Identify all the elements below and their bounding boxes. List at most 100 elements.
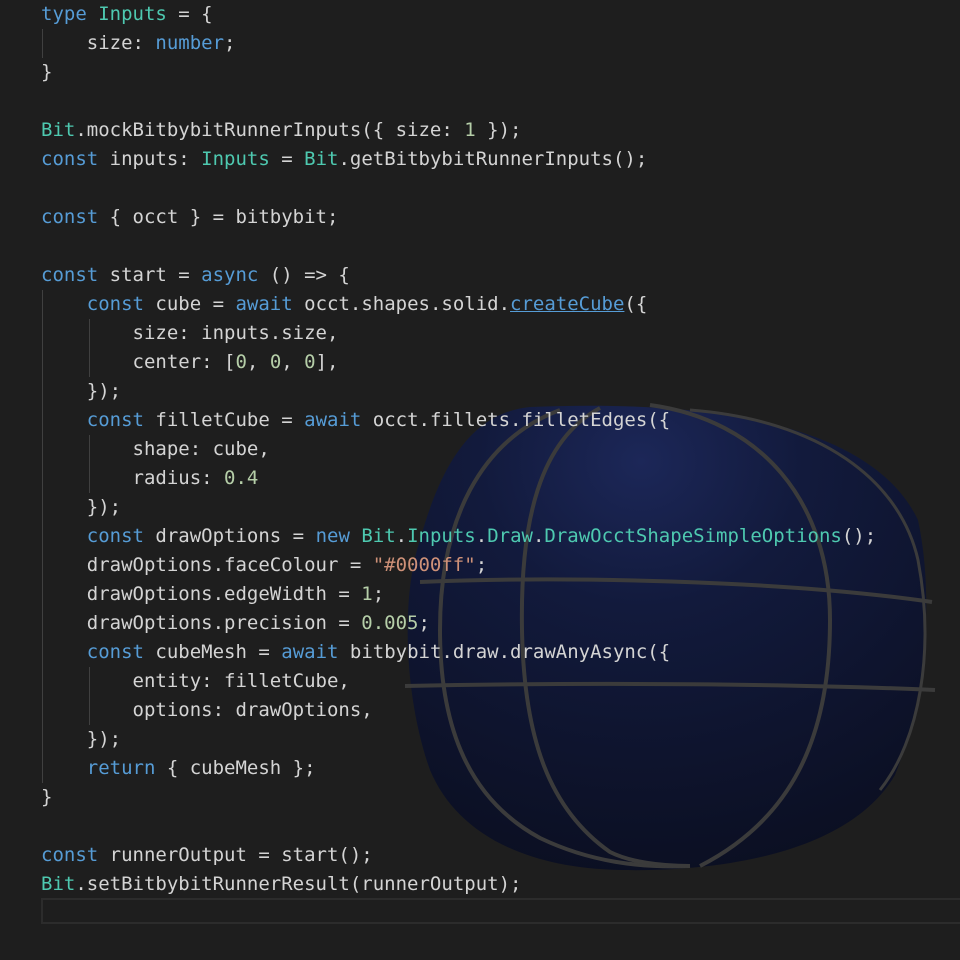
code-token: cube =	[155, 293, 236, 315]
code-line[interactable]: Bit.mockBitbybitRunnerInputs({ size: 1 }…	[41, 116, 960, 145]
code-token: () => {	[258, 264, 350, 286]
code-line[interactable]: const drawOptions = new Bit.Inputs.Draw.…	[41, 522, 960, 551]
code-line[interactable]: center: [0, 0, 0],	[41, 348, 960, 377]
code-token: entity: filletCube,	[41, 670, 350, 692]
code-token: });	[41, 380, 122, 402]
code-token: Inputs	[407, 525, 476, 547]
code-token: });	[41, 496, 122, 518]
code-token: const	[86, 525, 156, 547]
code-token: drawOptions.edgeWidth =	[41, 583, 362, 605]
code-token: number	[155, 32, 225, 54]
code-token: size:	[41, 32, 156, 54]
code-token: .	[475, 525, 488, 547]
code-token: async	[201, 264, 259, 286]
code-line[interactable]	[41, 812, 960, 841]
code-token: const	[86, 409, 156, 431]
code-token: .	[532, 525, 545, 547]
code-line[interactable]: drawOptions.faceColour = "#0000ff";	[41, 551, 960, 580]
code-line[interactable]: });	[41, 493, 960, 522]
code-token: 0	[269, 351, 282, 373]
code-line[interactable]: drawOptions.precision = 0.005;	[41, 609, 960, 638]
code-token: Inputs	[98, 3, 167, 25]
code-token: const	[41, 148, 110, 170]
code-token: shape: cube,	[41, 438, 270, 460]
code-editor[interactable]: type Inputs = { size: number;} Bit.mockB…	[0, 0, 960, 960]
code-line[interactable]: radius: 0.4	[41, 464, 960, 493]
code-line[interactable]: const cube = await occt.shapes.solid.cre…	[41, 290, 960, 319]
code-token: { cubeMesh };	[166, 757, 316, 779]
code-token: }	[41, 61, 53, 83]
code-line[interactable]: const cubeMesh = await bitbybit.draw.dra…	[41, 638, 960, 667]
code-token: Draw	[487, 525, 533, 547]
code-token: =	[269, 148, 305, 170]
code-token: "#0000ff"	[372, 554, 476, 576]
code-line[interactable]: const filletCube = await occt.fillets.fi…	[41, 406, 960, 435]
code-line[interactable]: entity: filletCube,	[41, 667, 960, 696]
code-token: ;	[372, 583, 385, 605]
code-line[interactable]: shape: cube,	[41, 435, 960, 464]
code-token: occt.shapes.solid.	[304, 293, 511, 315]
code-token: ({	[624, 293, 648, 315]
code-token: filletCube =	[155, 409, 305, 431]
code-line[interactable]: const { occt } = bitbybit;	[41, 203, 960, 232]
code-line[interactable]: });	[41, 725, 960, 754]
code-token: type	[41, 3, 99, 25]
code-token: .	[395, 525, 408, 547]
code-line[interactable]	[41, 174, 960, 203]
code-token: = {	[166, 3, 213, 25]
code-lines[interactable]: type Inputs = { size: number;} Bit.mockB…	[41, 0, 960, 899]
code-token: cubeMesh =	[155, 641, 282, 663]
code-token: ;	[418, 612, 430, 634]
code-line[interactable]: }	[41, 58, 960, 87]
code-line[interactable]: return { cubeMesh };	[41, 754, 960, 783]
code-token: 1	[361, 583, 373, 605]
code-line[interactable]: const runnerOutput = start();	[41, 841, 960, 870]
code-token: Bit	[41, 873, 76, 895]
code-token: const	[86, 293, 156, 315]
code-token: ;	[224, 32, 236, 54]
code-token: await	[304, 409, 373, 431]
code-line[interactable]	[41, 87, 960, 116]
code-line[interactable]: });	[41, 377, 960, 406]
code-line[interactable]: options: drawOptions,	[41, 696, 960, 725]
code-line[interactable]: drawOptions.edgeWidth = 1;	[41, 580, 960, 609]
code-token: const	[41, 844, 110, 866]
code-token: ;	[475, 554, 488, 576]
code-line[interactable]: size: inputs.size,	[41, 319, 960, 348]
code-token: });	[41, 728, 122, 750]
code-link[interactable]: createCube	[510, 293, 624, 315]
code-token: ],	[315, 351, 339, 373]
code-token: return	[86, 757, 167, 779]
code-token: .mockBitbybitRunnerInputs({ size:	[75, 119, 465, 141]
code-token: });	[475, 119, 522, 141]
code-line[interactable]: size: number;	[41, 29, 960, 58]
code-line[interactable]: const start = async () => {	[41, 261, 960, 290]
code-token: drawOptions.faceColour =	[41, 554, 373, 576]
code-token: drawOptions.precision =	[41, 612, 362, 634]
code-token: ,	[281, 351, 305, 373]
code-token: drawOptions =	[155, 525, 316, 547]
code-token: DrawOcctShapeSimpleOptions	[544, 525, 842, 547]
code-line[interactable]: }	[41, 783, 960, 812]
code-token: ,	[246, 351, 270, 373]
code-token: await	[235, 293, 305, 315]
code-token: options: drawOptions,	[41, 699, 373, 721]
code-token: inputs:	[109, 148, 202, 170]
code-token: 0	[304, 351, 316, 373]
code-token: 0	[235, 351, 247, 373]
code-token: Bit	[304, 148, 339, 170]
current-line-highlight[interactable]	[41, 898, 960, 924]
code-token: }	[41, 786, 53, 808]
code-line[interactable]	[41, 232, 960, 261]
code-token: Bit	[41, 119, 76, 141]
code-line[interactable]: const inputs: Inputs = Bit.getBitbybitRu…	[41, 145, 960, 174]
code-token: size: inputs.size,	[41, 322, 339, 344]
code-token: Inputs	[201, 148, 270, 170]
code-line[interactable]: type Inputs = {	[41, 0, 960, 29]
code-line[interactable]: Bit.setBitbybitRunnerResult(runnerOutput…	[41, 870, 960, 899]
